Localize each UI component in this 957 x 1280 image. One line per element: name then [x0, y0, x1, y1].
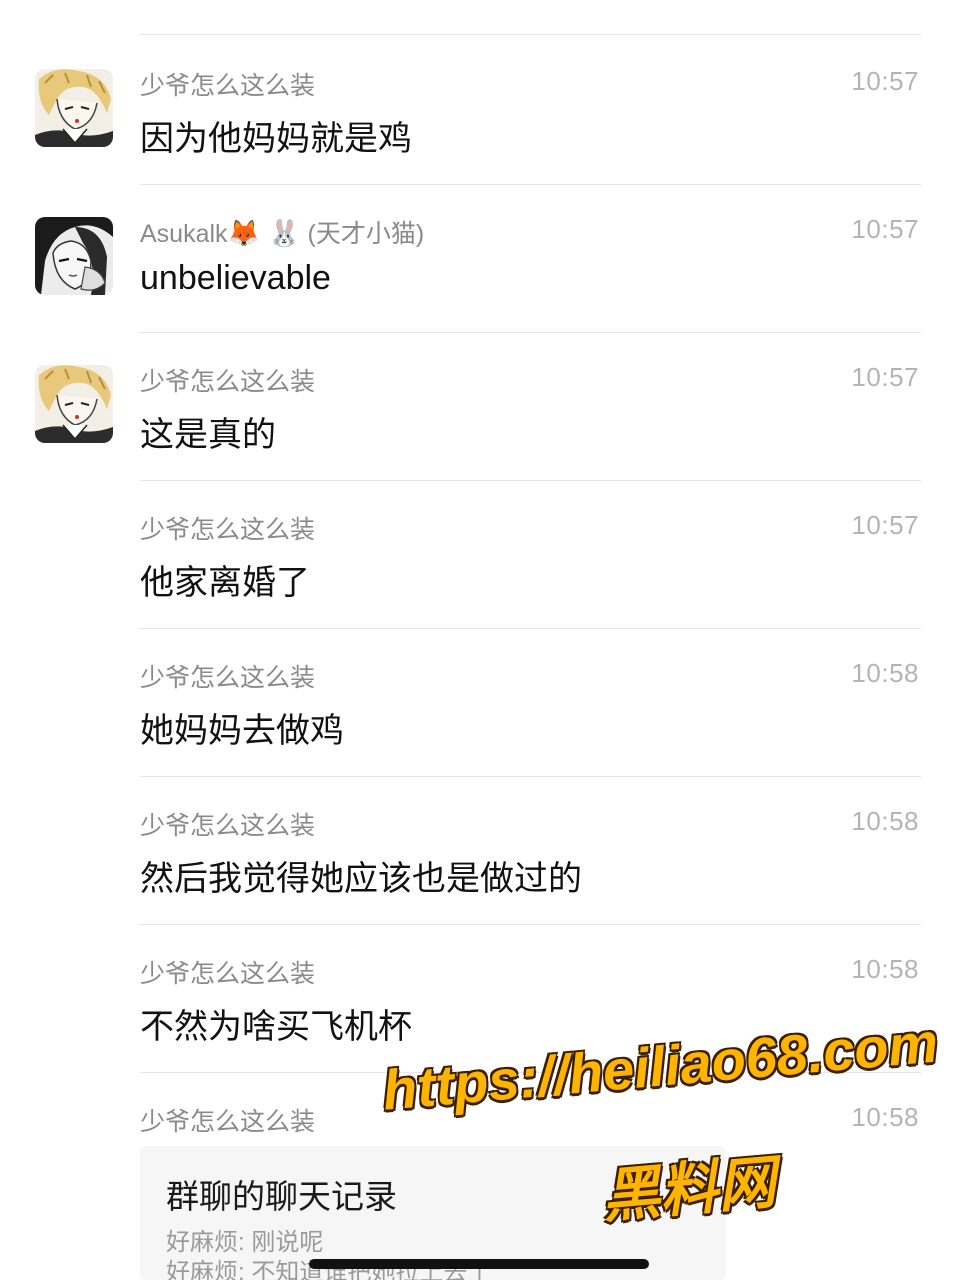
sender-remark: (天才小猫) — [307, 220, 425, 248]
divider — [140, 34, 921, 35]
avatar[interactable] — [35, 365, 113, 443]
home-indicator[interactable] — [309, 1259, 649, 1269]
message-time: 10:57 — [851, 66, 919, 96]
divider — [140, 776, 921, 777]
divider — [140, 1072, 921, 1073]
divider — [140, 184, 921, 185]
anime-blond-avatar-icon — [35, 365, 113, 443]
divider — [140, 924, 921, 925]
message-time: 10:57 — [851, 362, 919, 392]
sender-name: 少爷怎么这么装 — [140, 368, 316, 396]
card-title: 群聊的聊天记录 — [166, 1178, 397, 1215]
message-time: 10:58 — [851, 1102, 919, 1132]
message-time: 10:58 — [851, 806, 919, 836]
sender-name: 少爷怎么这么装 — [140, 1108, 316, 1136]
sender-nickname: Asukalk — [140, 220, 228, 248]
sender-name: 少爷怎么这么装 — [140, 960, 316, 988]
message-time: 10:58 — [851, 658, 919, 688]
sender-name: 少爷怎么这么装 — [140, 516, 316, 544]
anime-blond-avatar-icon — [35, 69, 113, 147]
message-text[interactable]: 然后我觉得她应该也是做过的 — [140, 851, 582, 900]
sender-name: 少爷怎么这么装 — [140, 72, 316, 100]
message-text[interactable]: 他家离婚了 — [140, 555, 310, 604]
divider — [140, 628, 921, 629]
message-text[interactable]: 这是真的 — [140, 407, 276, 456]
message-text[interactable]: 因为他妈妈就是鸡 — [140, 111, 412, 160]
sender-name: 少爷怎么这么装 — [140, 664, 316, 692]
divider — [140, 332, 921, 333]
sender-name: Asukalk🦊 🐰 (天才小猫) — [140, 214, 424, 250]
chat-history-screen: { "messages": [ {"sender": "少爷怎么这么装", "t… — [0, 0, 957, 1280]
message-text[interactable]: unbelievable — [140, 259, 331, 298]
message-time: 10:58 — [851, 954, 919, 984]
message-time: 10:57 — [851, 510, 919, 540]
message-text[interactable]: 她妈妈去做鸡 — [140, 703, 344, 752]
fox-rabbit-emoji-icon: 🦊 🐰 — [227, 219, 301, 249]
anime-dark-hair-avatar-icon — [35, 217, 113, 295]
avatar[interactable] — [35, 69, 113, 147]
message-text[interactable]: 不然为啥买飞机杯 — [140, 999, 412, 1048]
message-time: 10:57 — [851, 214, 919, 244]
avatar[interactable] — [35, 217, 113, 295]
divider — [140, 480, 921, 481]
sender-name: 少爷怎么这么装 — [140, 812, 316, 840]
